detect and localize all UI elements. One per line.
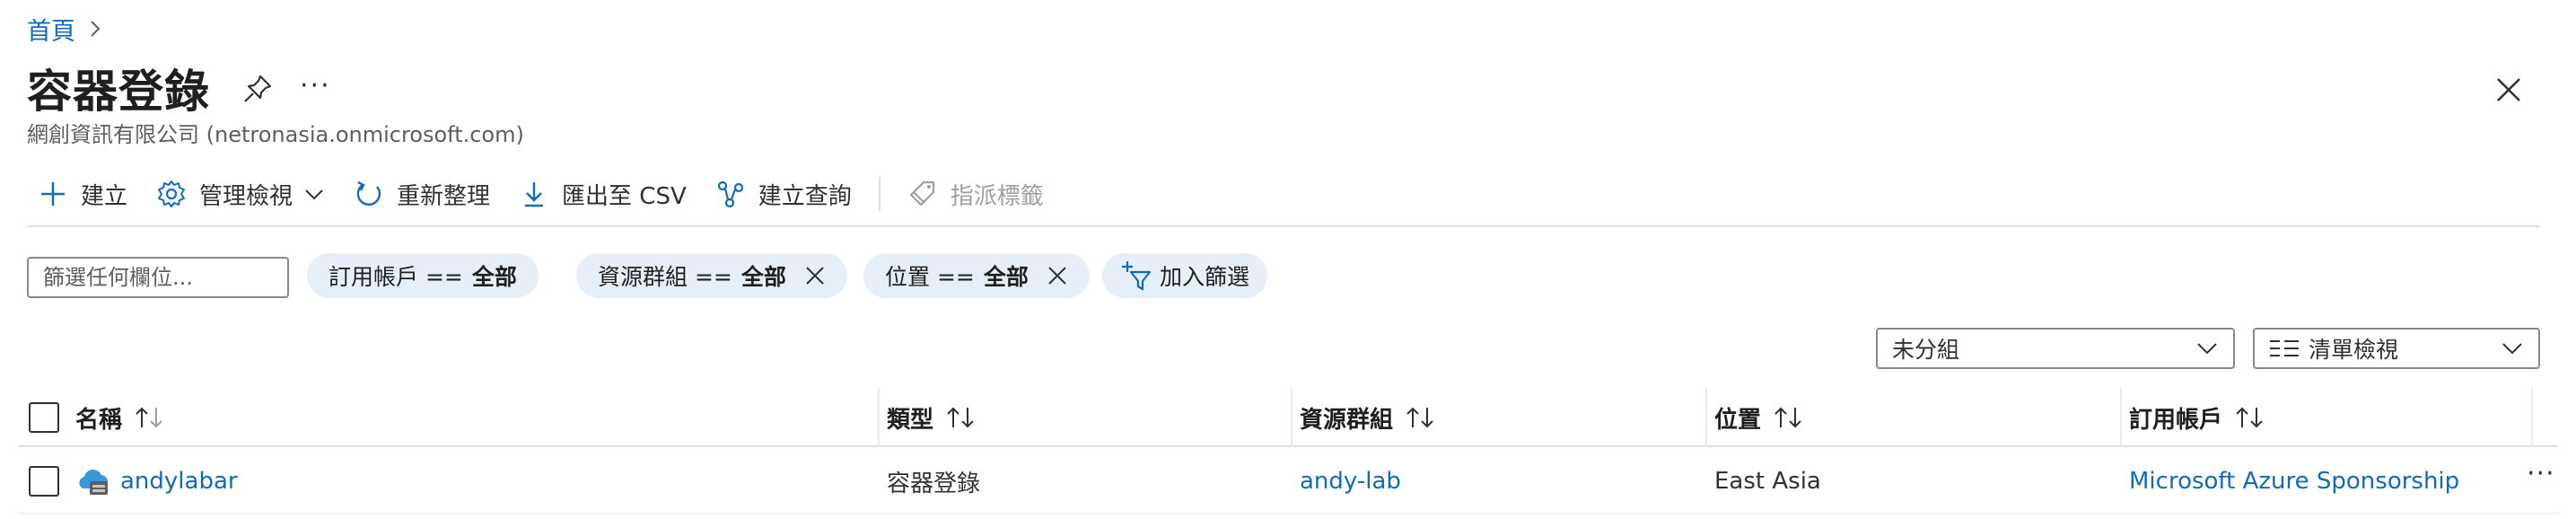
column-type-label: 類型: [887, 406, 934, 434]
more-options-button[interactable]: ···: [300, 70, 331, 101]
table-row[interactable]: andylabar 容器登錄 andy-lab East Asia Micros…: [18, 449, 2558, 514]
sort-icon[interactable]: [1404, 405, 1440, 430]
row-checkbox-cell: [29, 449, 59, 514]
add-filter-label: 加入篩選: [1160, 264, 1250, 290]
column-subscription-label: 訂用帳戶: [2129, 406, 2223, 434]
remove-filter-icon[interactable]: [804, 265, 826, 286]
filter-pill-subscription[interactable]: 訂用帳戶 == 全部: [307, 253, 539, 298]
open-query-label: 建立查詢: [758, 182, 852, 210]
sort-icon[interactable]: [133, 405, 169, 430]
cell-subscription-link[interactable]: Microsoft Azure Sponsorship: [2129, 449, 2459, 514]
assign-tags-button[interactable]: 指派標籤: [893, 171, 1058, 217]
download-icon: [525, 182, 544, 207]
add-filter-icon: [1122, 261, 1152, 291]
column-name-label: 名稱: [75, 406, 123, 434]
plus-icon: [41, 182, 65, 206]
grouping-dropdown[interactable]: 未分組: [1876, 328, 2235, 369]
create-button[interactable]: 建立: [27, 171, 142, 217]
create-label: 建立: [81, 182, 128, 210]
view-value: 清單檢視: [2309, 337, 2399, 363]
filter-resource-group-label: 資源群組 ==: [598, 264, 732, 290]
refresh-icon: [356, 180, 381, 206]
column-header-name[interactable]: 名稱: [75, 388, 169, 447]
cell-resource-group-link[interactable]: andy-lab: [1300, 449, 1401, 514]
query-icon: [717, 180, 743, 208]
chevron-right-icon: [91, 21, 101, 37]
filter-resource-group-value: 全部: [740, 264, 786, 290]
chevron-down-icon: [305, 189, 323, 200]
column-divider: [1291, 388, 1292, 447]
export-csv-button[interactable]: 匯出至 CSV: [504, 171, 701, 217]
breadcrumb-home-link[interactable]: 首頁: [27, 12, 75, 47]
column-header-resource-group[interactable]: 資源群組: [1300, 388, 1440, 447]
sort-icon[interactable]: [1772, 405, 1808, 430]
resource-name-link[interactable]: andylabar: [120, 468, 238, 495]
column-divider: [2120, 388, 2122, 447]
sort-icon[interactable]: [944, 405, 980, 430]
column-resource-group-label: 資源群組: [1300, 406, 1394, 434]
cell-location: East Asia: [1714, 468, 1821, 495]
filter-subscription-label: 訂用帳戶 ==: [329, 264, 463, 290]
column-divider: [1705, 388, 1707, 447]
select-all-checkbox[interactable]: [29, 402, 59, 433]
add-filter-button[interactable]: 加入篩選: [1102, 253, 1268, 298]
column-location-label: 位置: [1714, 406, 1762, 434]
command-bar: 建立 管理檢視 重新整理 匯出至 CSV 建立查詢 指派標籤: [27, 171, 1058, 217]
filter-input[interactable]: [27, 257, 289, 298]
refresh-button[interactable]: 重新整理: [339, 171, 504, 217]
toolbar-divider-line: [27, 225, 2540, 227]
grouping-value: 未分組: [1892, 337, 1960, 363]
page-title: 容器登錄: [27, 66, 210, 118]
filter-pill-location[interactable]: 位置 == 全部: [863, 253, 1090, 298]
column-header-subscription[interactable]: 訂用帳戶: [2129, 388, 2269, 447]
row-more-options-button[interactable]: ···: [2527, 458, 2555, 489]
filter-pill-resource-group[interactable]: 資源群組 == 全部: [576, 253, 847, 298]
tag-icon: [909, 180, 934, 207]
manage-view-button[interactable]: 管理檢視: [142, 171, 339, 217]
page-subtitle: 網創資訊有限公司 (netronasia.onmicrosoft.com): [27, 122, 524, 147]
chevron-down-icon: [2197, 343, 2217, 355]
view-dropdown[interactable]: 清單檢視: [2253, 328, 2540, 369]
filter-subscription-value: 全部: [471, 264, 517, 290]
cell-type: 容器登錄: [887, 470, 981, 497]
select-all-checkbox-cell: [29, 388, 59, 447]
breadcrumb: 首頁: [27, 11, 102, 47]
column-divider: [878, 388, 880, 447]
refresh-label: 重新整理: [397, 182, 491, 210]
remove-filter-icon[interactable]: [1047, 265, 1068, 286]
export-csv-label: 匯出至 CSV: [562, 182, 687, 210]
gear-icon: [158, 180, 186, 207]
list-icon: [2270, 340, 2299, 356]
close-icon[interactable]: [2491, 72, 2527, 108]
filter-location-value: 全部: [983, 264, 1029, 290]
column-header-type[interactable]: 類型: [887, 388, 980, 447]
toolbar-divider: [878, 177, 881, 211]
column-divider: [2531, 388, 2533, 447]
manage-view-label: 管理檢視: [199, 182, 294, 210]
row-checkbox[interactable]: [29, 466, 59, 497]
container-registry-icon: [79, 469, 109, 495]
sort-icon[interactable]: [2233, 405, 2269, 430]
cell-name[interactable]: andylabar: [75, 449, 238, 514]
column-header-location[interactable]: 位置: [1714, 388, 1808, 447]
table-header: 名稱 類型 資源群組 位置 訂用帳戶: [18, 388, 2558, 447]
pin-icon[interactable]: [241, 72, 275, 106]
open-query-button[interactable]: 建立查詢: [701, 171, 866, 217]
assign-tags-label: 指派標籤: [950, 182, 1044, 210]
filter-location-label: 位置 ==: [885, 264, 975, 290]
chevron-down-icon: [2502, 343, 2522, 355]
